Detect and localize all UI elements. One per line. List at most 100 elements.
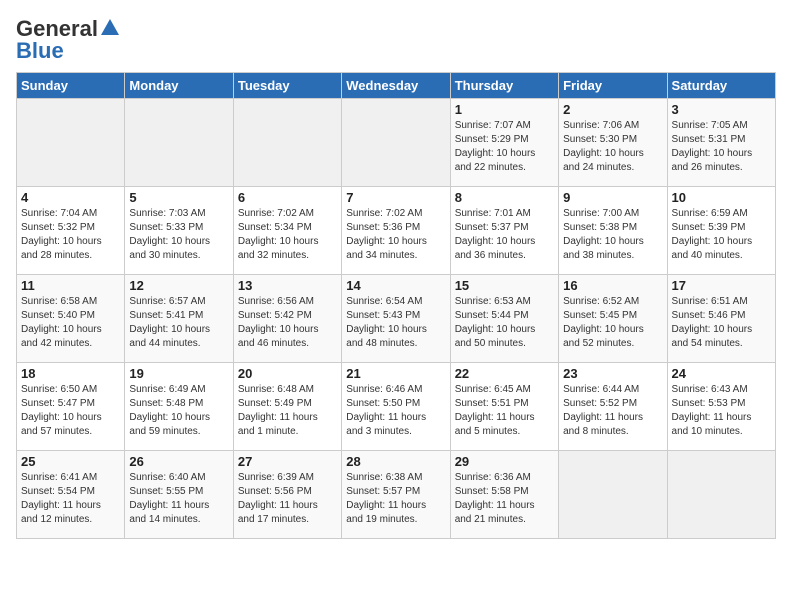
day-cell: 18 Sunrise: 6:50 AM Sunset: 5:47 PM Dayli… [17, 363, 125, 451]
day-cell [667, 451, 775, 539]
day-number: 26 [129, 454, 228, 469]
day-number: 13 [238, 278, 337, 293]
day-info: Sunrise: 6:54 AM Sunset: 5:43 PM Dayligh… [346, 295, 445, 351]
day-info: Sunrise: 6:51 AM Sunset: 5:46 PM Dayligh… [672, 295, 771, 351]
day-number: 22 [455, 366, 554, 381]
day-cell: 25 Sunrise: 6:41 AM Sunset: 5:54 PM Dayli… [17, 451, 125, 539]
day-number: 20 [238, 366, 337, 381]
weekday-header-sunday: Sunday [17, 73, 125, 99]
day-number: 21 [346, 366, 445, 381]
day-info: Sunrise: 7:00 AM Sunset: 5:38 PM Dayligh… [563, 207, 662, 263]
day-cell: 17 Sunrise: 6:51 AM Sunset: 5:46 PM Dayli… [667, 275, 775, 363]
day-cell: 19Sunrise: 6:49 AM Sunset: 5:48 PM Dayli… [125, 363, 233, 451]
day-number: 7 [346, 190, 445, 205]
day-cell: 26 Sunrise: 6:40 AM Sunset: 5:55 PM Dayli… [125, 451, 233, 539]
day-cell [233, 99, 341, 187]
day-number: 15 [455, 278, 554, 293]
day-number: 29 [455, 454, 554, 469]
day-number: 8 [455, 190, 554, 205]
day-info: Sunrise: 6:45 AM Sunset: 5:51 PM Dayligh… [455, 383, 554, 439]
day-cell: 4 Sunrise: 7:04 AM Sunset: 5:32 PM Daylig… [17, 187, 125, 275]
day-info: Sunrise: 6:49 AM Sunset: 5:48 PM Dayligh… [129, 383, 228, 439]
day-info: Sunrise: 6:44 AM Sunset: 5:52 PM Dayligh… [563, 383, 662, 439]
week-row-4: 18 Sunrise: 6:50 AM Sunset: 5:47 PM Dayli… [17, 363, 776, 451]
day-cell: 3Sunrise: 7:05 AM Sunset: 5:31 PM Daylig… [667, 99, 775, 187]
day-number: 24 [672, 366, 771, 381]
day-cell: 29 Sunrise: 6:36 AM Sunset: 5:58 PM Dayli… [450, 451, 558, 539]
day-number: 17 [672, 278, 771, 293]
day-number: 4 [21, 190, 120, 205]
day-info: Sunrise: 6:40 AM Sunset: 5:55 PM Dayligh… [129, 471, 228, 527]
day-cell: 28 Sunrise: 6:38 AM Sunset: 5:57 PM Dayli… [342, 451, 450, 539]
day-cell: 6Sunrise: 7:02 AM Sunset: 5:34 PM Daylig… [233, 187, 341, 275]
day-info: Sunrise: 7:05 AM Sunset: 5:31 PM Dayligh… [672, 119, 771, 175]
day-cell [559, 451, 667, 539]
weekday-header-monday: Monday [125, 73, 233, 99]
day-number: 1 [455, 102, 554, 117]
day-cell: 12Sunrise: 6:57 AM Sunset: 5:41 PM Dayli… [125, 275, 233, 363]
day-cell [17, 99, 125, 187]
day-number: 18 [21, 366, 120, 381]
calendar-table: SundayMondayTuesdayWednesdayThursdayFrid… [16, 72, 776, 539]
day-number: 14 [346, 278, 445, 293]
day-info: Sunrise: 6:56 AM Sunset: 5:42 PM Dayligh… [238, 295, 337, 351]
day-number: 9 [563, 190, 662, 205]
day-number: 10 [672, 190, 771, 205]
day-cell [342, 99, 450, 187]
day-cell: 14 Sunrise: 6:54 AM Sunset: 5:43 PM Dayli… [342, 275, 450, 363]
week-row-1: 1 Sunrise: 7:07 AM Sunset: 5:29 PM Daylig… [17, 99, 776, 187]
day-info: Sunrise: 6:36 AM Sunset: 5:58 PM Dayligh… [455, 471, 554, 527]
day-cell: 16Sunrise: 6:52 AM Sunset: 5:45 PM Dayli… [559, 275, 667, 363]
weekday-header-tuesday: Tuesday [233, 73, 341, 99]
day-info: Sunrise: 6:43 AM Sunset: 5:53 PM Dayligh… [672, 383, 771, 439]
day-info: Sunrise: 7:02 AM Sunset: 5:34 PM Dayligh… [238, 207, 337, 263]
day-cell: 21Sunrise: 6:46 AM Sunset: 5:50 PM Dayli… [342, 363, 450, 451]
day-cell: 11 Sunrise: 6:58 AM Sunset: 5:40 PM Dayli… [17, 275, 125, 363]
day-info: Sunrise: 7:06 AM Sunset: 5:30 PM Dayligh… [563, 119, 662, 175]
day-info: Sunrise: 6:53 AM Sunset: 5:44 PM Dayligh… [455, 295, 554, 351]
day-cell: 13 Sunrise: 6:56 AM Sunset: 5:42 PM Dayli… [233, 275, 341, 363]
weekday-header-wednesday: Wednesday [342, 73, 450, 99]
day-number: 28 [346, 454, 445, 469]
day-number: 2 [563, 102, 662, 117]
day-info: Sunrise: 6:48 AM Sunset: 5:49 PM Dayligh… [238, 383, 337, 439]
day-info: Sunrise: 7:02 AM Sunset: 5:36 PM Dayligh… [346, 207, 445, 263]
day-cell: 24 Sunrise: 6:43 AM Sunset: 5:53 PM Dayli… [667, 363, 775, 451]
day-cell: 23 Sunrise: 6:44 AM Sunset: 5:52 PM Dayli… [559, 363, 667, 451]
day-cell: 8 Sunrise: 7:01 AM Sunset: 5:37 PM Daylig… [450, 187, 558, 275]
logo: General Blue [16, 16, 121, 64]
day-cell: 10 Sunrise: 6:59 AM Sunset: 5:39 PM Dayli… [667, 187, 775, 275]
day-info: Sunrise: 6:59 AM Sunset: 5:39 PM Dayligh… [672, 207, 771, 263]
day-cell: 1 Sunrise: 7:07 AM Sunset: 5:29 PM Daylig… [450, 99, 558, 187]
day-info: Sunrise: 6:41 AM Sunset: 5:54 PM Dayligh… [21, 471, 120, 527]
weekday-header-friday: Friday [559, 73, 667, 99]
weekday-header-row: SundayMondayTuesdayWednesdayThursdayFrid… [17, 73, 776, 99]
day-info: Sunrise: 7:04 AM Sunset: 5:32 PM Dayligh… [21, 207, 120, 263]
day-info: Sunrise: 7:07 AM Sunset: 5:29 PM Dayligh… [455, 119, 554, 175]
day-number: 25 [21, 454, 120, 469]
header: General Blue [16, 16, 776, 64]
week-row-5: 25 Sunrise: 6:41 AM Sunset: 5:54 PM Dayli… [17, 451, 776, 539]
day-cell: 5 Sunrise: 7:03 AM Sunset: 5:33 PM Daylig… [125, 187, 233, 275]
day-cell: 9 Sunrise: 7:00 AM Sunset: 5:38 PM Daylig… [559, 187, 667, 275]
day-number: 5 [129, 190, 228, 205]
day-cell: 15 Sunrise: 6:53 AM Sunset: 5:44 PM Dayli… [450, 275, 558, 363]
day-cell: 7 Sunrise: 7:02 AM Sunset: 5:36 PM Daylig… [342, 187, 450, 275]
day-cell: 2 Sunrise: 7:06 AM Sunset: 5:30 PM Daylig… [559, 99, 667, 187]
day-number: 27 [238, 454, 337, 469]
day-cell: 22 Sunrise: 6:45 AM Sunset: 5:51 PM Dayli… [450, 363, 558, 451]
day-info: Sunrise: 6:39 AM Sunset: 5:56 PM Dayligh… [238, 471, 337, 527]
day-number: 11 [21, 278, 120, 293]
day-cell: 27 Sunrise: 6:39 AM Sunset: 5:56 PM Dayli… [233, 451, 341, 539]
logo-blue-text: Blue [16, 38, 64, 64]
day-info: Sunrise: 6:38 AM Sunset: 5:57 PM Dayligh… [346, 471, 445, 527]
week-row-2: 4 Sunrise: 7:04 AM Sunset: 5:32 PM Daylig… [17, 187, 776, 275]
day-info: Sunrise: 6:58 AM Sunset: 5:40 PM Dayligh… [21, 295, 120, 351]
day-info: Sunrise: 7:01 AM Sunset: 5:37 PM Dayligh… [455, 207, 554, 263]
day-info: Sunrise: 6:50 AM Sunset: 5:47 PM Dayligh… [21, 383, 120, 439]
day-number: 23 [563, 366, 662, 381]
day-cell [125, 99, 233, 187]
logo-icon [99, 17, 121, 39]
week-row-3: 11 Sunrise: 6:58 AM Sunset: 5:40 PM Dayli… [17, 275, 776, 363]
day-info: Sunrise: 7:03 AM Sunset: 5:33 PM Dayligh… [129, 207, 228, 263]
